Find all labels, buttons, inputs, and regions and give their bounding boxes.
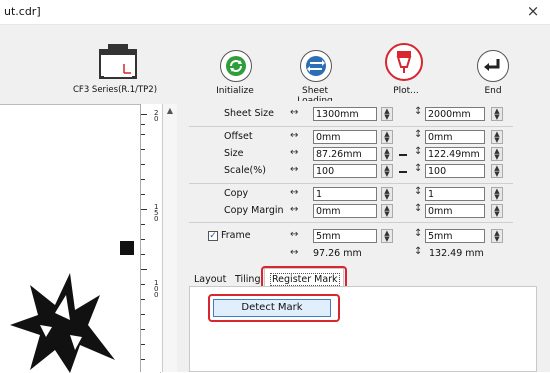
frame-checkbox[interactable]: ✓ <box>208 231 218 241</box>
copy-margin-x-field[interactable]: 0mm <box>313 204 377 218</box>
height-arrow-icon: ↕ <box>414 186 423 197</box>
height-arrow-icon: ↕ <box>414 146 423 157</box>
frame-x-spinner[interactable]: ▲ ▼ <box>381 229 393 243</box>
sheet-size-label: Sheet Size <box>224 108 274 119</box>
copy-margin-x-spinner[interactable]: ▲ ▼ <box>381 204 393 218</box>
width-arrow-icon: ↔ <box>290 130 299 141</box>
height-arrow-icon: ↕ <box>414 129 423 140</box>
ruler-label: 1 0 0 <box>154 279 159 299</box>
aspect-lock-icon[interactable] <box>399 171 407 173</box>
frame-x-field[interactable]: 5mm <box>313 229 377 243</box>
initialize-label: Initialize <box>216 86 254 96</box>
sheet-width-spinner[interactable]: ▲ ▼ <box>381 107 393 121</box>
sheet-loading-button[interactable] <box>300 50 332 82</box>
ruler-label: 1 5 0 <box>154 203 159 223</box>
copy-label: Copy <box>224 188 249 199</box>
scale-x-field[interactable]: 100 <box>313 164 377 178</box>
register-mark-square <box>120 241 134 255</box>
ruler-label: 2 0 <box>154 109 159 123</box>
size-label: Size <box>224 148 244 159</box>
sheet-width-field[interactable]: 1300mm <box>313 107 377 121</box>
detect-mark-highlight <box>208 294 340 322</box>
plot-button[interactable] <box>385 43 423 81</box>
scroll-up-icon[interactable]: ▲ <box>165 106 175 115</box>
copy-x-spinner[interactable]: ▲ ▼ <box>381 187 393 201</box>
artwork-preview <box>10 273 115 373</box>
end-button[interactable] <box>477 50 509 82</box>
plot-label: Plot... <box>393 86 419 96</box>
offset-y-field[interactable]: 0mm <box>425 130 485 144</box>
frame-y-field[interactable]: 5mm <box>425 229 485 243</box>
width-arrow-icon: ↔ <box>290 187 299 198</box>
vertical-ruler: 2 0 1 5 0 1 0 0 <box>140 104 163 372</box>
height-arrow-icon: ↕ <box>414 246 423 257</box>
frame-label: Frame <box>221 230 251 241</box>
copy-margin-label: Copy Margin <box>224 205 284 216</box>
scale-x-spinner[interactable]: ▲ ▼ <box>381 164 393 178</box>
copy-y-spinner[interactable]: ▲ ▼ <box>491 187 503 201</box>
pen-plotter-icon <box>396 51 412 73</box>
device-name: CF3 Series(R.1/TP2) <box>73 85 158 95</box>
frame-y-spinner[interactable]: ▲ ▼ <box>491 229 503 243</box>
total-width: 97.26 mm <box>313 248 362 259</box>
return-icon <box>484 59 500 71</box>
sheet-height-field[interactable]: 2000mm <box>425 107 485 121</box>
height-arrow-icon: ↕ <box>414 163 423 174</box>
window-title: ut.cdr] <box>4 5 41 18</box>
initialize-button[interactable] <box>220 50 252 82</box>
width-arrow-icon: ↔ <box>290 107 299 118</box>
scale-label: Scale(%) <box>224 165 266 176</box>
height-arrow-icon: ↕ <box>414 228 423 239</box>
refresh-icon <box>226 56 246 76</box>
width-arrow-icon: ↔ <box>290 204 299 215</box>
width-arrow-icon: ↔ <box>290 164 299 175</box>
aspect-lock-icon[interactable] <box>399 154 407 156</box>
preview-canvas[interactable] <box>0 104 161 373</box>
height-arrow-icon: ↕ <box>414 203 423 214</box>
scale-y-spinner[interactable]: ▲ ▼ <box>491 164 503 178</box>
offset-x-spinner[interactable]: ▲ ▼ <box>381 130 393 144</box>
close-icon[interactable]: × <box>524 2 542 20</box>
sheet-height-spinner[interactable]: ▲ ▼ <box>491 107 503 121</box>
size-width-field[interactable]: 87.26mm <box>313 147 377 161</box>
swap-arrows-icon <box>306 56 326 76</box>
copy-margin-y-field[interactable]: 0mm <box>425 204 485 218</box>
size-width-spinner[interactable]: ▲ ▼ <box>381 147 393 161</box>
copy-y-field[interactable]: 1 <box>425 187 485 201</box>
vertical-scrollbar[interactable]: ▲ <box>162 104 177 372</box>
copy-margin-y-spinner[interactable]: ▲ ▼ <box>491 204 503 218</box>
size-height-spinner[interactable]: ▲ ▼ <box>491 147 503 161</box>
total-height: 132.49 mm <box>429 248 484 259</box>
copy-x-field[interactable]: 1 <box>313 187 377 201</box>
width-arrow-icon: ↔ <box>290 247 299 258</box>
title-bar <box>0 0 550 25</box>
cutting-plotter-icon <box>98 42 138 80</box>
width-arrow-icon: ↔ <box>290 147 299 158</box>
end-label: End <box>484 86 502 96</box>
offset-y-spinner[interactable]: ▲ ▼ <box>491 130 503 144</box>
offset-x-field[interactable]: 0mm <box>313 130 377 144</box>
scale-y-field[interactable]: 100 <box>425 164 485 178</box>
tab-layout[interactable]: Layout <box>194 274 226 285</box>
size-height-field[interactable]: 122.49mm <box>425 147 485 161</box>
tab-tiling[interactable]: Tiling <box>235 274 260 285</box>
width-arrow-icon: ↔ <box>290 229 299 240</box>
offset-label: Offset <box>224 131 253 142</box>
properties-panel: Sheet Size ↔ 1300mm ▲ ▼ ↕ 2000mm ▲ ▼ Offse… <box>189 101 513 259</box>
height-arrow-icon: ↕ <box>414 106 423 117</box>
